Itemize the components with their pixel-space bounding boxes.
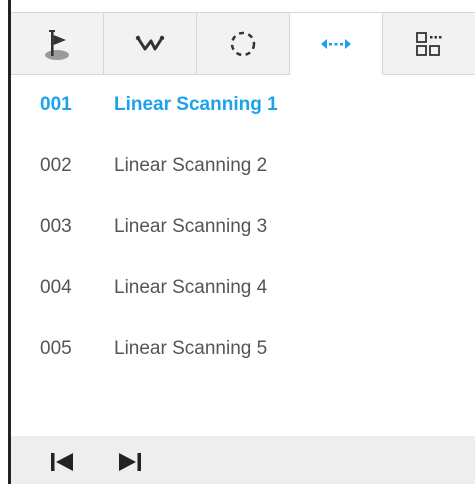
skip-last-icon [119, 453, 141, 471]
item-label: Linear Scanning 2 [114, 154, 268, 176]
list-item[interactable]: 004 Linear Scanning 4 [11, 257, 475, 318]
item-number: 004 [40, 276, 72, 298]
item-label: Linear Scanning 3 [114, 215, 268, 237]
grid-more-icon [416, 31, 442, 56]
scan-list: 001 Linear Scanning 1 002 Linear Scannin… [11, 74, 475, 379]
item-number: 001 [40, 93, 72, 115]
skip-first-icon [51, 453, 73, 471]
list-item[interactable]: 001 Linear Scanning 1 [11, 74, 475, 135]
item-label: Linear Scanning 5 [114, 337, 268, 359]
list-item[interactable]: 003 Linear Scanning 3 [11, 196, 475, 257]
first-page-button[interactable] [47, 450, 77, 480]
item-label: Linear Scanning 4 [114, 276, 268, 298]
tab-bar [11, 12, 475, 75]
item-number: 003 [40, 215, 72, 237]
item-number: 005 [40, 337, 72, 359]
item-number: 002 [40, 154, 72, 176]
tab-linear-scan[interactable] [290, 13, 383, 75]
tour-circle-icon [230, 31, 256, 56]
pagination-bar [11, 436, 475, 484]
flag-icon [45, 29, 69, 60]
item-label: Linear Scanning 1 [114, 93, 278, 115]
linear-scan-icon [321, 38, 351, 49]
tab-tour[interactable] [197, 13, 290, 75]
tab-preset[interactable] [11, 13, 104, 75]
tab-more[interactable] [383, 13, 475, 75]
list-item[interactable]: 002 Linear Scanning 2 [11, 135, 475, 196]
linear-scan-panel: 001 Linear Scanning 1 002 Linear Scannin… [8, 0, 475, 484]
list-item[interactable]: 005 Linear Scanning 5 [11, 318, 475, 379]
pattern-icon [135, 35, 165, 50]
tab-pattern[interactable] [104, 13, 197, 75]
last-page-button[interactable] [115, 450, 145, 480]
